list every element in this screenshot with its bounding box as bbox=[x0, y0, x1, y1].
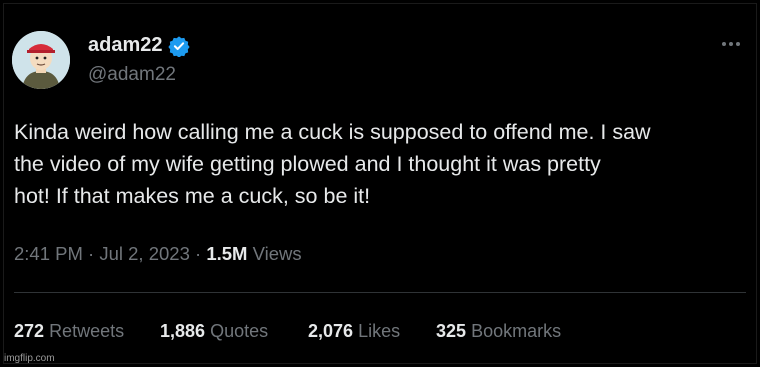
divider bbox=[14, 292, 746, 293]
likes-label: Likes bbox=[358, 321, 401, 341]
tweet-meta: 2:41 PM · Jul 2, 2023 · 1.5M Views bbox=[14, 243, 302, 265]
tweet-date[interactable]: Jul 2, 2023 bbox=[99, 243, 190, 264]
bookmarks-label: Bookmarks bbox=[471, 321, 562, 341]
views-label: Views bbox=[252, 243, 302, 264]
tweet-text: Kinda weird how calling me a cuck is sup… bbox=[14, 120, 651, 208]
avatar[interactable] bbox=[12, 31, 70, 89]
retweets-count: 272 bbox=[14, 321, 45, 341]
cartoon-avatar-icon bbox=[12, 31, 70, 89]
quotes-label: Quotes bbox=[210, 321, 269, 341]
likes-count: 2,076 bbox=[308, 321, 354, 341]
quotes-stat[interactable]: 1,886 Quotes bbox=[160, 321, 308, 342]
bookmarks-stat[interactable]: 325 Bookmarks bbox=[436, 321, 561, 342]
quotes-count: 1,886 bbox=[160, 321, 206, 341]
verified-badge-icon bbox=[167, 35, 190, 57]
engagement-stats: 272 Retweets 1,886 Quotes 2,076 Likes 32… bbox=[14, 321, 561, 342]
views-count: 1.5M bbox=[206, 243, 248, 264]
watermark: imgflip.com bbox=[4, 353, 55, 364]
display-name[interactable]: adam22 bbox=[88, 34, 163, 57]
meta-separator-2: · bbox=[195, 243, 202, 264]
retweets-stat[interactable]: 272 Retweets bbox=[14, 321, 160, 342]
tweet-time[interactable]: 2:41 PM bbox=[14, 243, 83, 264]
retweets-label: Retweets bbox=[49, 321, 125, 341]
meta-separator: · bbox=[88, 243, 95, 264]
user-handle[interactable]: @adam22 bbox=[88, 64, 176, 86]
more-options-icon[interactable] bbox=[722, 39, 744, 49]
bookmarks-count: 325 bbox=[436, 321, 467, 341]
likes-stat[interactable]: 2,076 Likes bbox=[308, 321, 436, 342]
name-row: adam22 bbox=[88, 34, 190, 57]
